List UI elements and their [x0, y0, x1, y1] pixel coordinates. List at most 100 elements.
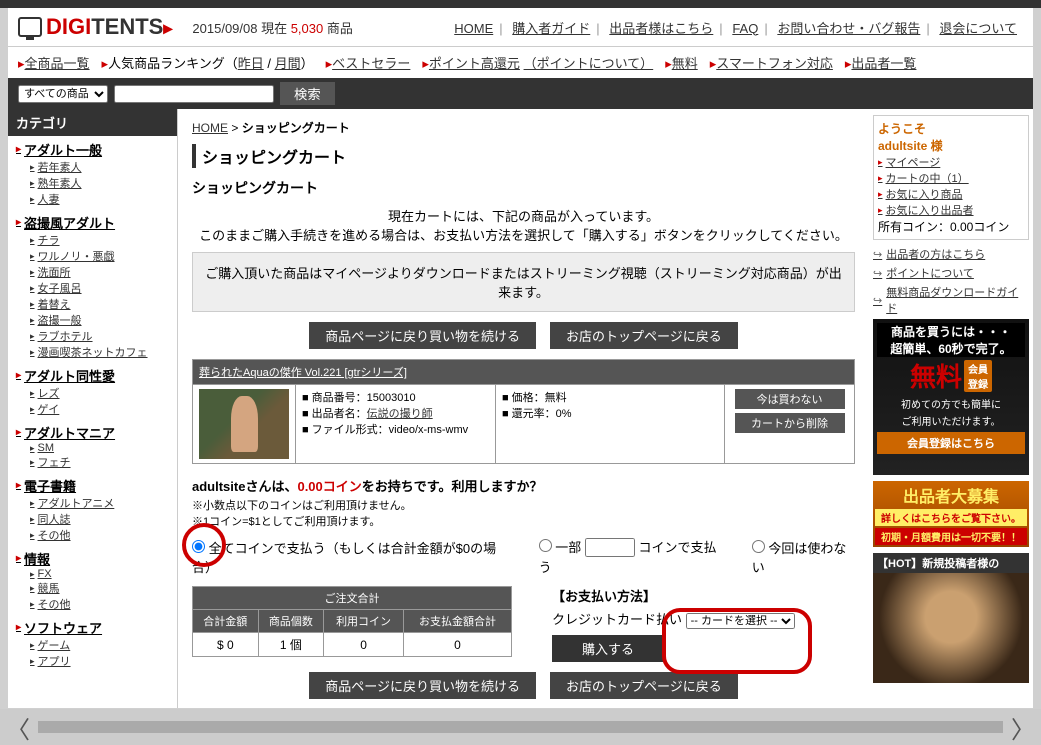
category-sub[interactable]: レズ [30, 385, 169, 401]
order-summary: ご注文合計 合計金額商品個数利用コインお支払金額合計 $ 01 個00 [192, 586, 512, 657]
info-link[interactable]: 無料商品ダウンロードガイド [873, 284, 1029, 316]
search-button[interactable]: 検索 [280, 82, 335, 105]
category-sub[interactable]: 人妻 [30, 191, 169, 207]
sidebar-right: ようこそadultsite 様 マイページカートの中（1）お気に入り商品お気に入… [869, 109, 1033, 708]
not-buy-now-button[interactable]: 今は買わない [735, 389, 845, 409]
remove-from-cart-button[interactable]: カートから削除 [735, 413, 845, 433]
cart-note: ご購入頂いた商品はマイページよりダウンロードまたはストリーミング視聴（ストリーミ… [192, 252, 855, 312]
info-link[interactable]: ポイントについて [873, 265, 1029, 281]
category-sub[interactable]: 洗面所 [30, 264, 169, 280]
mypage-link[interactable]: お気に入り商品 [878, 186, 1024, 202]
category-main[interactable]: アダルトマニア [16, 423, 169, 442]
category-sub[interactable]: 同人誌 [30, 511, 169, 527]
breadcrumb-home[interactable]: HOME [192, 121, 228, 135]
category-sub[interactable]: SM [30, 442, 169, 454]
category-main[interactable]: アダルト同性愛 [16, 366, 169, 385]
product-thumbnail[interactable] [199, 389, 289, 459]
mypage-link[interactable]: マイページ [878, 154, 1024, 170]
seller-link[interactable]: 伝説の撮り師 [367, 408, 433, 420]
category-sub[interactable]: その他 [30, 596, 169, 612]
subnav-all[interactable]: 全商品一覧 [25, 56, 90, 71]
payment-method: 【お支払い方法】 クレジットカード払い -- カードを選択 -- 購入する [552, 586, 795, 662]
site-logo[interactable]: DIGITENTS▸ [18, 14, 172, 40]
category-sub[interactable]: アプリ [30, 653, 169, 669]
breadcrumb: HOME > ショッピングカート [192, 119, 855, 136]
header-nav: HOME| 購入者ガイド| 出品者様はこちら| FAQ| お問い合わせ・バグ報告… [448, 18, 1023, 37]
category-main[interactable]: ソフトウェア [16, 618, 169, 637]
purchase-button[interactable]: 購入する [552, 635, 664, 662]
partial-coin-input[interactable] [585, 538, 635, 557]
category-sub[interactable]: 漫画喫茶ネットカフェ [30, 344, 169, 360]
mypage-link[interactable]: お気に入り出品者 [878, 202, 1024, 218]
category-sub[interactable]: 女子風呂 [30, 280, 169, 296]
banner-seller[interactable]: 出品者大募集 詳しくはこちらをご覧下さい。 初期・月額費用は一切不要！！ [873, 481, 1029, 547]
search-input[interactable] [114, 85, 274, 103]
nav-withdraw[interactable]: 退会について [939, 21, 1017, 36]
subnav-rank-month[interactable]: 月間 [275, 56, 301, 71]
back-to-shop-button[interactable]: 商品ページに戻り買い物を続ける [309, 322, 536, 349]
next-slide-icon[interactable]: 〉 [1011, 710, 1035, 745]
slideshow-nav: 〈 〉 [0, 709, 1041, 745]
search-category-select[interactable]: すべての商品 [18, 85, 108, 103]
category-main[interactable]: 電子書籍 [16, 476, 169, 495]
product-info: 商品番号：15003010 出品者名：伝説の撮り師 ファイル形式：video/x… [302, 389, 489, 437]
subnav-sellers[interactable]: 出品者一覧 [851, 56, 916, 71]
category-sub[interactable]: 競馬 [30, 580, 169, 596]
category-sub[interactable]: ゲーム [30, 637, 169, 653]
coin-opt-none[interactable]: 今回は使わない [752, 538, 855, 576]
page-title: ショッピングカート [192, 144, 855, 168]
nav-contact[interactable]: お問い合わせ・バグ報告 [777, 21, 920, 36]
back-to-top-button-2[interactable]: お店のトップページに戻る [550, 672, 738, 699]
product-table: 葬られたAquaの傑作 Vol.221 [gtrシリーズ] 商品番号：15003… [192, 359, 855, 464]
nav-faq[interactable]: FAQ [732, 21, 758, 36]
search-bar: すべての商品 検索 [8, 78, 1033, 109]
category-sub[interactable]: ラブホテル [30, 328, 169, 344]
info-link[interactable]: 出品者の方はこちら [873, 246, 1029, 262]
banner-register[interactable]: 商品を買うには・・・ 超簡単、60秒で完了。 無料会員 登録 初めての方でも簡単… [873, 319, 1029, 475]
hot-title: 【HOT】新規投稿者様の [873, 553, 1029, 573]
nav-home[interactable]: HOME [454, 21, 493, 36]
subnav-free[interactable]: 無料 [672, 56, 698, 71]
nav-seller[interactable]: 出品者様はこちら [609, 21, 713, 36]
subnav-bestseller[interactable]: ベストセラー [332, 56, 410, 71]
category-title: カテゴリ [8, 109, 177, 136]
hot-thumbnail[interactable] [873, 573, 1029, 683]
category-sub[interactable]: 熟年素人 [30, 175, 169, 191]
product-price: 価格：無料 還元率：0% [502, 389, 718, 421]
coin-options: 全てコインで支払う（もしくは合計金額が$0の場合） 一部 コインで支払う 今回は… [192, 537, 855, 576]
coin-status: adultsiteさんは、0.00コインをお持ちです。利用しますか？ [192, 476, 855, 495]
slide-scrollbar[interactable] [38, 721, 1003, 733]
category-main[interactable]: アダルト一般 [16, 140, 169, 159]
category-sub[interactable]: 盗撮一般 [30, 312, 169, 328]
category-sub[interactable]: その他 [30, 527, 169, 543]
category-sub[interactable]: フェチ [30, 454, 169, 470]
back-to-shop-button-2[interactable]: 商品ページに戻り買い物を続ける [309, 672, 536, 699]
coin-notes: ※小数点以下のコインはご利用頂けません。※1コイン=$1としてご利用頂けます。 [192, 497, 855, 529]
category-sub[interactable]: チラ [30, 232, 169, 248]
cart-message: 現在カートには、下記の商品が入っています。 このままご購入手続きを進める場合は、… [192, 206, 855, 244]
prev-slide-icon[interactable]: 〈 [6, 710, 30, 745]
subnav-smartphone[interactable]: スマートフォン対応 [716, 56, 833, 71]
category-sub[interactable]: ワルノリ・悪戯 [30, 248, 169, 264]
category-sub[interactable]: FX [30, 568, 169, 580]
card-select[interactable]: -- カードを選択 -- [686, 613, 795, 629]
subnav-points-about[interactable]: （ポイントについて） [524, 56, 654, 71]
subnav-rank-yesterday[interactable]: 昨日 [238, 56, 264, 71]
sidebar-left: カテゴリ アダルト一般若年素人熟年素人人妻盗撮風アダルトチラワルノリ・悪戯洗面所… [8, 109, 178, 708]
mypage-link[interactable]: カートの中（1） [878, 170, 1024, 186]
category-sub[interactable]: アダルトアニメ [30, 495, 169, 511]
category-main[interactable]: 盗撮風アダルト [16, 213, 169, 232]
coin-opt-all[interactable]: 全てコインで支払う（もしくは合計金額が$0の場合） [192, 538, 509, 576]
coin-opt-part[interactable]: 一部 コインで支払う [539, 537, 722, 576]
back-to-top-button[interactable]: お店のトップページに戻る [550, 322, 738, 349]
category-sub[interactable]: ゲイ [30, 401, 169, 417]
category-sub[interactable]: 若年素人 [30, 159, 169, 175]
product-title-link[interactable]: 葬られたAquaの傑作 Vol.221 [gtrシリーズ] [199, 367, 407, 379]
category-sub[interactable]: 着替え [30, 296, 169, 312]
nav-buyer-guide[interactable]: 購入者ガイド [512, 21, 590, 36]
subnav-points[interactable]: ポイント高還元 [429, 56, 520, 71]
product-count: 2015/09/08 現在 5,030 商品 [192, 18, 352, 37]
category-main[interactable]: 情報 [16, 549, 169, 568]
sub-title: ショッピングカート [192, 178, 855, 198]
sub-nav: ▸全商品一覧 ▸人気商品ランキング（昨日 / 月間） ▸ベストセラー ▸ポイント… [8, 47, 1033, 78]
